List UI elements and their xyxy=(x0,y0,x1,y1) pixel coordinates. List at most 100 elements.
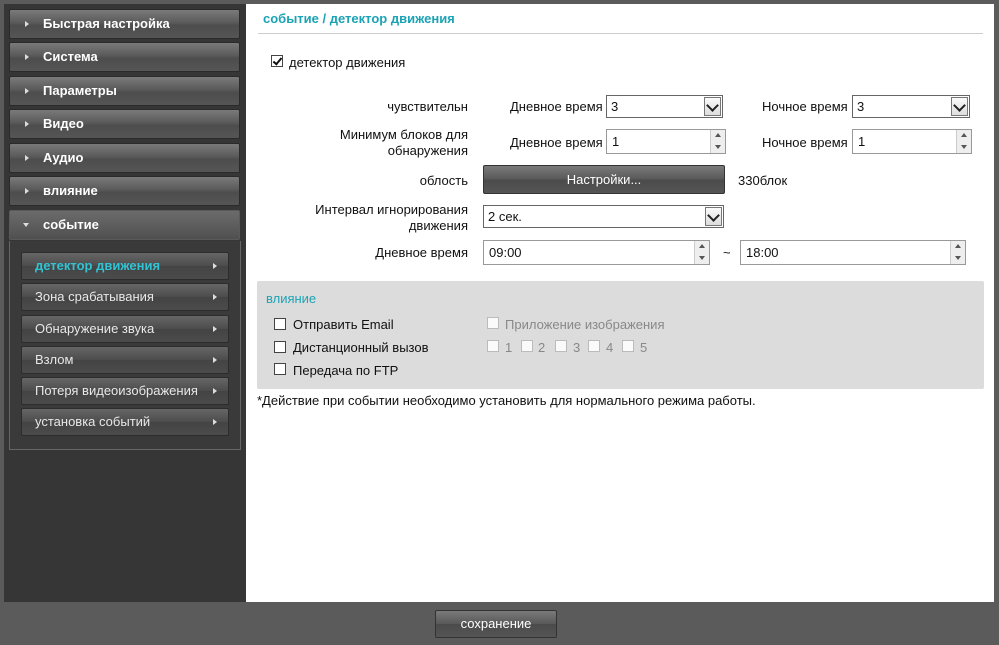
send-email-label: Отправить Email xyxy=(293,317,394,332)
select-value: 3 xyxy=(611,99,619,114)
channel-label: 4 xyxy=(606,340,614,355)
chevron-right-icon xyxy=(213,326,217,332)
remote-call-label: Дистанционный вызов xyxy=(293,340,429,355)
menu-event[interactable]: событие xyxy=(9,210,240,240)
send-email-checkbox[interactable] xyxy=(274,318,286,330)
min-blocks-night-label: Ночное время xyxy=(762,135,848,150)
sensitivity-label: чувствительн xyxy=(387,99,468,114)
motion-detector-label: детектор движения xyxy=(289,55,406,70)
action-panel-title: влияние xyxy=(266,291,317,306)
attach-image-label: Приложение изображения xyxy=(505,317,665,332)
sensitivity-night-label: Ночное время xyxy=(762,99,848,114)
footnote: *Действие при событии необходимо установ… xyxy=(257,393,756,408)
time-range-separator: ~ xyxy=(723,245,731,260)
chevron-right-icon xyxy=(213,263,217,269)
spinner-value: 18:00 xyxy=(746,245,779,260)
spinner-up-icon[interactable] xyxy=(951,241,966,252)
spinner-buttons xyxy=(694,241,709,264)
ftp-label: Передача по FTP xyxy=(293,363,399,378)
submenu-label: установка событий xyxy=(35,414,151,429)
min-blocks-day-spinner[interactable]: 1 xyxy=(606,129,726,154)
chevron-right-icon xyxy=(25,188,29,194)
spinner-value: 1 xyxy=(858,134,866,149)
spinner-value: 1 xyxy=(612,134,620,149)
spinner-buttons xyxy=(710,130,725,153)
attach-image-checkbox[interactable] xyxy=(487,317,499,329)
submenu-trigger-zone[interactable]: Зона срабатывания xyxy=(21,283,229,311)
select-value: 3 xyxy=(857,99,865,114)
content-panel: событие / детектор движения детектор дви… xyxy=(246,4,994,602)
menu-label: влияние xyxy=(43,183,98,198)
spinner-down-icon[interactable] xyxy=(957,142,972,153)
spinner-buttons xyxy=(950,241,965,264)
daytime-end-spinner[interactable]: 18:00 xyxy=(740,240,966,265)
chevron-right-icon xyxy=(25,121,29,127)
spinner-down-icon[interactable] xyxy=(695,253,710,264)
channel-checkbox[interactable] xyxy=(521,340,533,352)
menu-audio[interactable]: Аудио xyxy=(9,143,240,173)
daytime-label: Дневное время xyxy=(375,245,468,260)
submenu-sound-detection[interactable]: Обнаружение звука xyxy=(21,315,229,343)
spinner-up-icon[interactable] xyxy=(695,241,710,252)
channel-checkbox[interactable] xyxy=(555,340,567,352)
channel-label: 1 xyxy=(505,340,513,355)
channel-label: 2 xyxy=(538,340,546,355)
spinner-up-icon[interactable] xyxy=(711,130,726,141)
chevron-right-icon xyxy=(25,88,29,94)
chevron-right-icon xyxy=(213,294,217,300)
channel-checkbox[interactable] xyxy=(487,340,499,352)
menu-label: Параметры xyxy=(43,83,117,98)
min-blocks-label: Минимум блоков для обнаружения xyxy=(339,127,468,158)
submenu-label: детектор движения xyxy=(35,258,161,273)
menu-parameters[interactable]: Параметры xyxy=(9,76,240,106)
page-title: событие / детектор движения xyxy=(263,11,455,26)
chevron-down-icon xyxy=(705,207,722,226)
menu-system[interactable]: Система xyxy=(9,42,240,72)
ignore-interval-select[interactable]: 2 сек. xyxy=(483,205,724,228)
ignore-interval-label: Интервал игнорирования движения xyxy=(315,202,468,233)
menu-label: Быстрая настройка xyxy=(43,16,170,31)
sidebar: Быстрая настройка Система Параметры Виде… xyxy=(4,4,246,602)
chevron-right-icon xyxy=(213,419,217,425)
submenu-label: Взлом xyxy=(35,352,74,367)
min-blocks-day-label: Дневное время xyxy=(510,135,603,150)
chevron-right-icon xyxy=(25,155,29,161)
submenu-tamper[interactable]: Взлом xyxy=(21,346,229,374)
spinner-up-icon[interactable] xyxy=(957,130,972,141)
ftp-checkbox[interactable] xyxy=(274,363,286,375)
menu-video[interactable]: Видео xyxy=(9,109,240,139)
spinner-down-icon[interactable] xyxy=(951,253,966,264)
chevron-down-icon xyxy=(704,97,721,116)
chevron-right-icon xyxy=(213,357,217,363)
submenu-label: Обнаружение звука xyxy=(35,321,155,336)
remote-call-checkbox[interactable] xyxy=(274,341,286,353)
menu-label: Система xyxy=(43,49,98,64)
chevron-right-icon xyxy=(25,21,29,27)
area-settings-button[interactable]: Настройки... xyxy=(483,165,725,194)
channel-label: 5 xyxy=(640,340,648,355)
submenu-video-loss[interactable]: Потеря видеоизображения xyxy=(21,377,229,405)
sensitivity-day-select[interactable]: 3 xyxy=(606,95,723,118)
spinner-down-icon[interactable] xyxy=(711,142,726,153)
channel-label: 3 xyxy=(573,340,581,355)
select-value: 2 сек. xyxy=(488,209,522,224)
menu-label: Видео xyxy=(43,116,84,131)
submenu-label: Зона срабатывания xyxy=(35,289,154,304)
sensitivity-day-label: Дневное время xyxy=(510,99,603,114)
channel-checkbox[interactable] xyxy=(588,340,600,352)
sensitivity-night-select[interactable]: 3 xyxy=(852,95,970,118)
submenu-event-settings[interactable]: установка событий xyxy=(21,408,229,436)
chevron-down-icon xyxy=(23,223,29,227)
menu-label: событие xyxy=(43,217,99,232)
daytime-start-spinner[interactable]: 09:00 xyxy=(483,240,710,265)
menu-quick-setup[interactable]: Быстрая настройка xyxy=(9,9,240,39)
area-blocks-count: 330блок xyxy=(738,173,788,188)
submenu-motion-detector[interactable]: детектор движения xyxy=(21,252,229,280)
menu-action[interactable]: влияние xyxy=(9,176,240,206)
channel-checkbox[interactable] xyxy=(622,340,634,352)
min-blocks-night-spinner[interactable]: 1 xyxy=(852,129,972,154)
chevron-right-icon xyxy=(213,388,217,394)
motion-detector-checkbox[interactable] xyxy=(271,55,283,67)
save-button[interactable]: сохранение xyxy=(435,610,557,638)
menu-label: Аудио xyxy=(43,150,84,165)
